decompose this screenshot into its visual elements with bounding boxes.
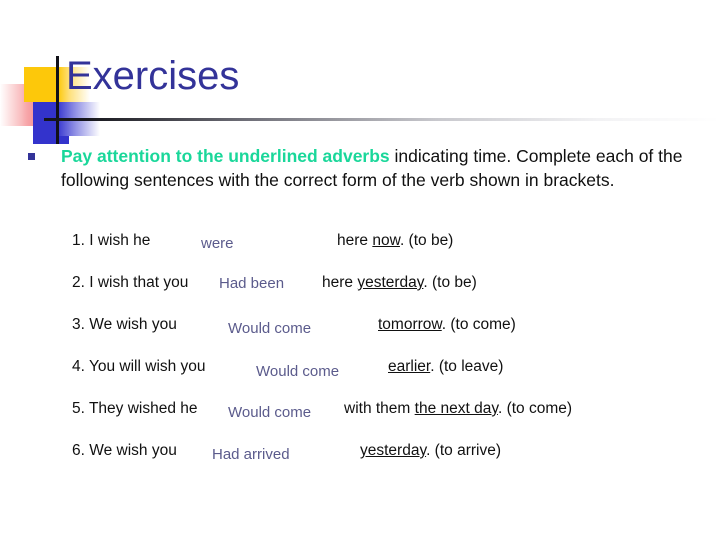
exercise-tail-5: with them the next day. (to come) bbox=[344, 400, 572, 418]
decoration-blue-square bbox=[33, 102, 69, 144]
exercise-item-3: 3. We wish you Would come tomorrow. (to … bbox=[0, 316, 720, 358]
exercise-prompt-6: 6. We wish you bbox=[72, 442, 177, 459]
slide-canvas: Exercises Pay attention to the underline… bbox=[0, 0, 720, 540]
exercise-tail-1: here now. (to be) bbox=[337, 232, 453, 250]
instruction-highlight: Pay attention to the underlined adverbs bbox=[61, 146, 390, 166]
exercise-tail-2: here yesterday. (to be) bbox=[322, 274, 477, 292]
exercise-tail-4: earlier. (to leave) bbox=[388, 358, 503, 376]
adverb-3: tomorrow bbox=[378, 316, 442, 333]
tail-post-4: . (to leave) bbox=[430, 358, 504, 375]
decoration-yellow-square bbox=[24, 67, 58, 102]
instruction-block: Pay attention to the underlined adverbs … bbox=[28, 144, 696, 192]
tail-post-6: . (to arrive) bbox=[426, 442, 501, 459]
exercise-item-2: 2. I wish that you Had been here yesterd… bbox=[0, 274, 720, 316]
adverb-6: yesterday bbox=[360, 442, 427, 459]
decoration-vertical-rule bbox=[56, 56, 59, 144]
exercise-item-4: 4. You will wish you Would come earlier.… bbox=[0, 358, 720, 400]
exercise-answer-2[interactable]: Had been bbox=[219, 275, 284, 292]
exercise-prompt-4: 4. You will wish you bbox=[72, 358, 206, 375]
exercise-item-6: 6. We wish you Had arrived yesterday. (t… bbox=[0, 442, 720, 484]
tail-pre-2: here bbox=[322, 274, 358, 291]
tail-pre-1: here bbox=[337, 232, 373, 249]
exercise-answer-5[interactable]: Would come bbox=[228, 404, 311, 421]
exercise-answer-6[interactable]: Had arrived bbox=[212, 446, 290, 463]
exercise-prompt-2: 2. I wish that you bbox=[72, 274, 189, 291]
adverb-1: now bbox=[372, 232, 400, 249]
tail-post-3: . (to come) bbox=[441, 316, 516, 333]
exercise-prompt-3: 3. We wish you bbox=[72, 316, 177, 333]
exercise-prompt-1: 1. I wish he bbox=[72, 232, 151, 249]
tail-post-1: . (to be) bbox=[399, 232, 454, 249]
exercise-answer-1[interactable]: were bbox=[201, 235, 234, 252]
bullet-square-icon bbox=[28, 153, 35, 160]
exercise-answer-4[interactable]: Would come bbox=[256, 363, 339, 380]
adverb-2: yesterday bbox=[357, 274, 424, 291]
exercise-item-1: 1. I wish he were here now. (to be) bbox=[0, 232, 720, 274]
exercise-item-5: 5. They wished he Would come with them t… bbox=[0, 400, 720, 442]
exercise-answer-3[interactable]: Would come bbox=[228, 320, 311, 337]
exercise-tail-3: tomorrow. (to come) bbox=[378, 316, 516, 334]
adverb-5: the next day bbox=[414, 400, 498, 417]
tail-post-5: . (to come) bbox=[497, 400, 573, 417]
tail-pre-5: with them bbox=[344, 400, 415, 417]
page-title: Exercises bbox=[66, 54, 240, 98]
adverb-4: earlier bbox=[388, 358, 431, 375]
exercise-tail-6: yesterday. (to arrive) bbox=[360, 442, 501, 460]
exercise-list: 1. I wish he were here now. (to be) 2. I… bbox=[0, 232, 720, 484]
title-underline-rule bbox=[44, 118, 720, 121]
exercise-prompt-5: 5. They wished he bbox=[72, 400, 198, 417]
tail-post-2: . (to be) bbox=[423, 274, 477, 291]
instruction-text: Pay attention to the underlined adverbs … bbox=[61, 144, 696, 192]
